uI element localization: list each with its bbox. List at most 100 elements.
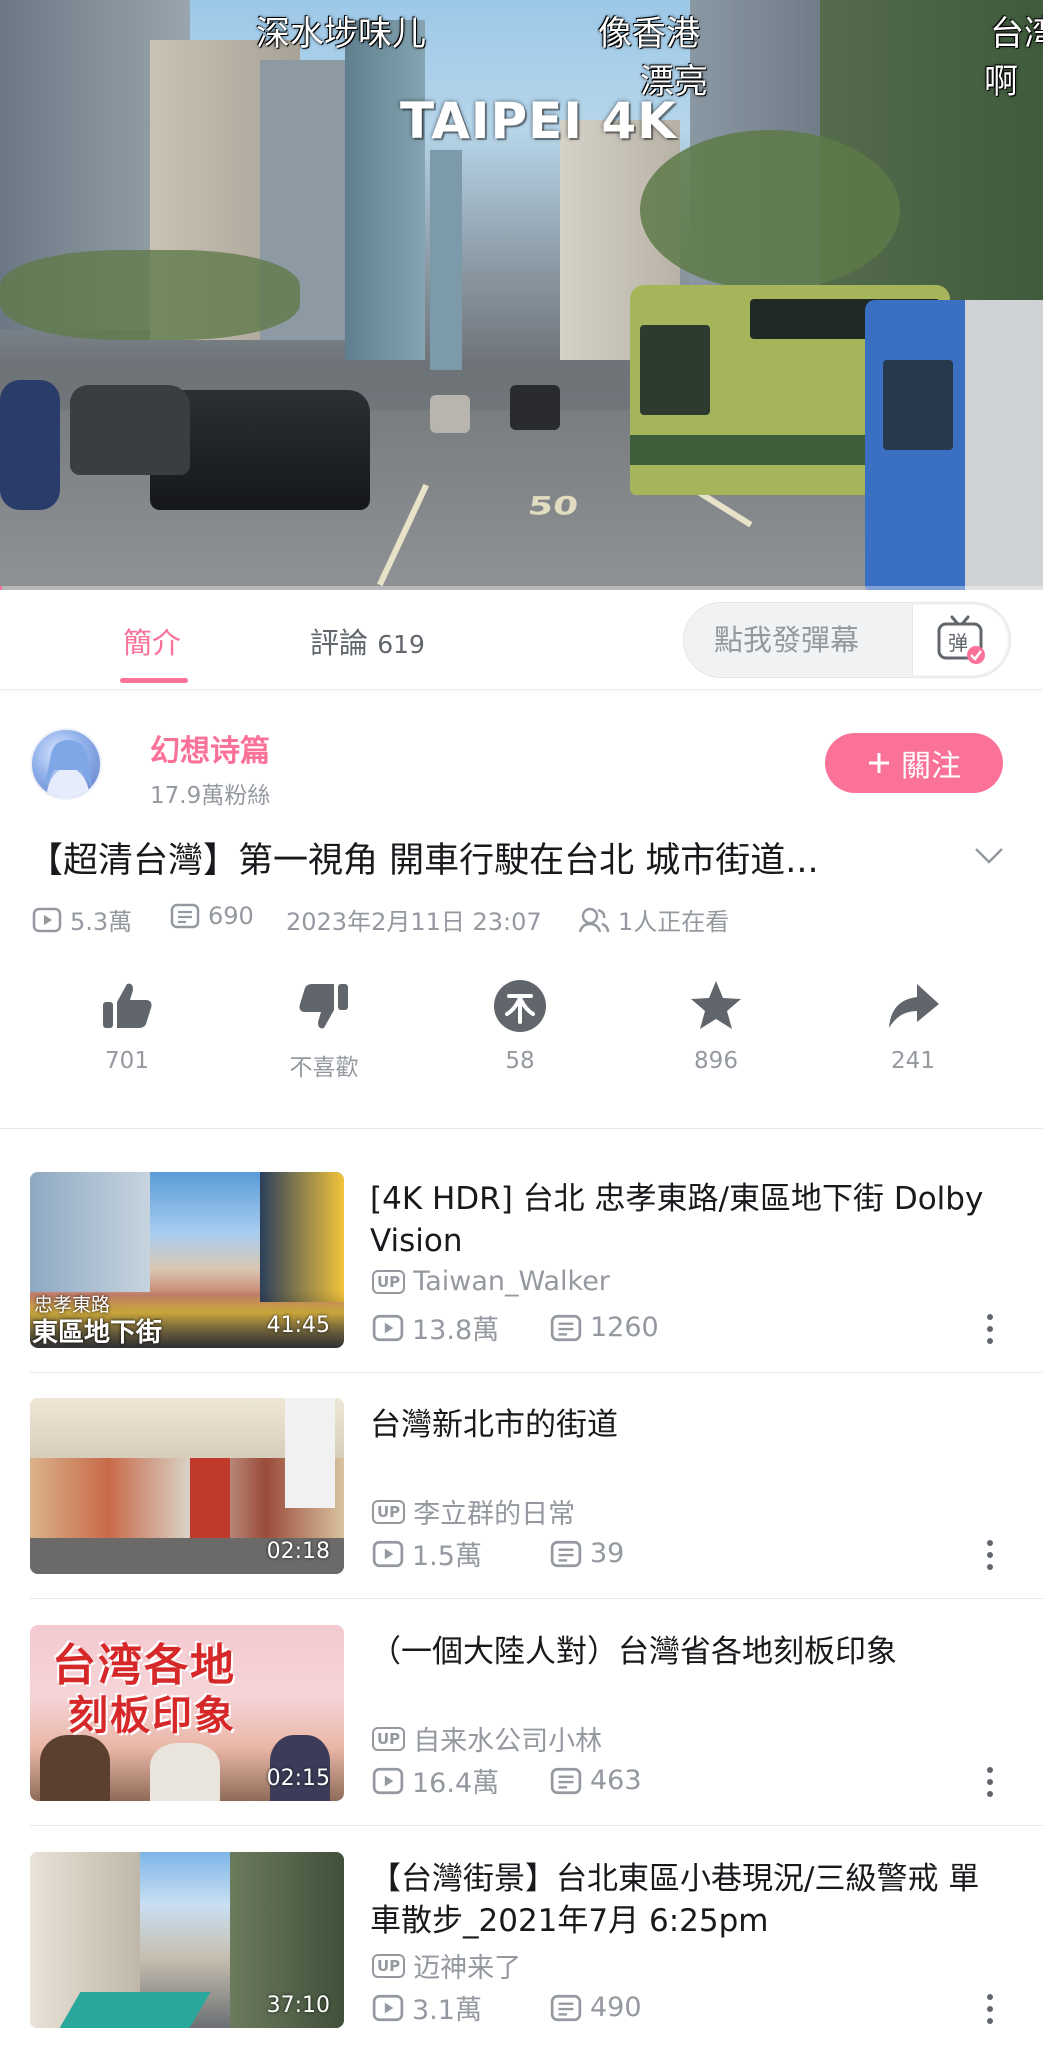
tab-comments-label: 評論: [310, 626, 369, 660]
recommended-uploader: UP 李立群的日常: [372, 1492, 575, 1531]
up-badge: UP: [372, 1953, 406, 1978]
coin-count: 58: [505, 1048, 535, 1074]
danmaku-comment: 台湾: [990, 14, 1043, 54]
thumbnail-caption: 東區地下街: [32, 1318, 163, 1348]
video-thumbnail[interactable]: 37:10: [30, 1852, 344, 2028]
recommended-video[interactable]: 台湾各地 刻板印象 02:15 （一個大陸人對）台灣省各地刻板印象 UP 自来水…: [0, 1625, 1043, 1851]
more-options-icon[interactable]: [984, 1538, 996, 1572]
publish-date: 2023年2月11日 23:07: [286, 908, 542, 936]
video-duration: 37:10: [266, 1993, 330, 2018]
video-thumbnail[interactable]: 忠孝東路 東區地下街 41:45: [30, 1172, 344, 1348]
uploader-avatar[interactable]: [30, 728, 102, 800]
chevron-down-icon[interactable]: [972, 838, 1006, 872]
recommended-stats: 13.8萬 1260: [372, 1308, 659, 1347]
play-count-icon: [372, 1994, 404, 2021]
avatar-image: [44, 740, 92, 798]
building-taipei101: [430, 150, 462, 370]
danmaku-toggle-button[interactable]: 弹: [912, 605, 1008, 675]
content-tabs: 簡介 評論 619 弹: [0, 590, 1043, 690]
viewers-icon: [578, 907, 610, 932]
trees-left: [0, 250, 300, 340]
blue-truck: [865, 300, 1043, 590]
video-duration: 02:18: [266, 1539, 330, 1564]
recommended-video-title[interactable]: 台灣新北市的街道: [370, 1404, 1010, 1446]
star-icon: [691, 981, 741, 1029]
views-count: 5.3萬: [70, 908, 133, 936]
danmaku-count: 463: [590, 1765, 642, 1796]
favorite-button[interactable]: 896: [656, 978, 776, 1074]
recommended-video[interactable]: 37:10 【台灣街景】台北東區小巷現況/三級警戒 單車散步_2021年7月 6…: [0, 1852, 1043, 2048]
car-dark-left: [70, 385, 190, 475]
danmaku-comment: 啊: [984, 62, 1018, 102]
danmaku-tv-icon: 弹: [937, 615, 985, 664]
watching-count: 1人正在看: [618, 908, 730, 936]
danmaku-count-icon: [170, 903, 200, 929]
video-player[interactable]: 50 TAIPEI 4K 深水埗味儿 像香港 漂亮 台湾 啊: [0, 0, 1043, 590]
danmaku-input[interactable]: [714, 621, 934, 659]
share-button[interactable]: 241: [853, 978, 973, 1074]
danmaku-count: 39: [590, 1538, 625, 1569]
video-duration: 41:45: [266, 1313, 330, 1338]
views-count: 3.1萬: [412, 1995, 482, 2026]
video-views: 5.3萬: [32, 902, 132, 937]
up-badge: UP: [372, 1726, 406, 1751]
danmaku-comment: 深水埗味儿: [256, 14, 426, 54]
video-title[interactable]: 【超清台灣】第一視角 開車行駛在台北 城市街道...: [28, 832, 948, 883]
list-divider: [30, 1598, 1043, 1599]
dislike-label: 不喜歡: [289, 1055, 359, 1081]
uploader-label: 自来水公司小林: [413, 1726, 603, 1757]
uploader-fans: 17.9萬粉絲: [150, 783, 271, 809]
recommended-video[interactable]: 忠孝東路 東區地下街 41:45 [4K HDR] 台北 忠孝東路/東區地下街 …: [0, 1172, 1043, 1398]
video-thumbnail[interactable]: 02:18: [30, 1398, 344, 1574]
video-overlay-title: TAIPEI 4K: [400, 92, 677, 150]
coin-icon: [494, 980, 546, 1032]
views-count: 1.5萬: [412, 1541, 482, 1572]
views-count: 13.8萬: [412, 1315, 500, 1346]
recommended-video-title[interactable]: 【台灣街景】台北東區小巷現況/三級警戒 單車散步_2021年7月 6:25pm: [370, 1858, 1010, 1942]
car-distant-2: [430, 395, 470, 433]
danmaku-icon-label: 弹: [948, 631, 968, 655]
share-arrow-icon: [889, 984, 939, 1028]
uploader-label: Taiwan_Walker: [413, 1266, 610, 1297]
like-button[interactable]: 701: [67, 978, 187, 1074]
recommended-uploader: UP 自来水公司小林: [372, 1719, 602, 1758]
list-divider: [30, 1372, 1043, 1373]
like-count: 701: [105, 1048, 149, 1074]
uploader-label: 迈神来了: [413, 1953, 522, 1984]
recommended-video[interactable]: 02:18 台灣新北市的街道 UP 李立群的日常 1.5萬 39: [0, 1398, 1043, 1624]
road-number: 50: [525, 492, 581, 521]
recommended-video-title[interactable]: [4K HDR] 台北 忠孝東路/東區地下街 Dolby Vision: [370, 1178, 1010, 1262]
more-options-icon[interactable]: [984, 1312, 996, 1346]
danmaku-comment: 漂亮: [640, 62, 708, 102]
recommended-stats: 3.1萬 490: [372, 1988, 642, 2027]
video-thumbnail[interactable]: 台湾各地 刻板印象 02:15: [30, 1625, 344, 1801]
danmaku-send-box[interactable]: 弹: [683, 602, 1011, 678]
list-divider: [30, 1825, 1043, 1826]
favorite-count: 896: [694, 1048, 738, 1074]
danmaku-count: 490: [590, 1992, 642, 2023]
recommended-video-title[interactable]: （一個大陸人對）台灣省各地刻板印象: [370, 1631, 1010, 1673]
building-tower: [345, 20, 425, 360]
more-options-icon[interactable]: [984, 1765, 996, 1799]
tab-intro-underline: [120, 678, 188, 683]
car-distant-1: [510, 385, 560, 430]
views-count: 16.4萬: [412, 1768, 500, 1799]
danmaku-count: 1260: [590, 1312, 659, 1343]
danmaku-count-icon: [550, 1314, 582, 1341]
scooter-rider: [0, 380, 60, 510]
tab-comments[interactable]: 評論 619: [310, 620, 425, 662]
recommended-uploader: UP Taiwan_Walker: [372, 1266, 610, 1297]
dislike-button[interactable]: 不喜歡: [264, 978, 384, 1082]
recommended-stats: 1.5萬 39: [372, 1534, 624, 1573]
more-options-icon[interactable]: [984, 1992, 996, 2026]
play-count-icon: [372, 1314, 404, 1341]
coin-button[interactable]: 58: [460, 978, 580, 1074]
play-count-icon: [32, 907, 62, 932]
tab-intro[interactable]: 簡介: [123, 620, 181, 662]
danmaku-count-icon: [550, 1540, 582, 1567]
watching-now: 1人正在看: [578, 902, 729, 937]
danmaku-count-icon: [550, 1767, 582, 1794]
uploader-name[interactable]: 幻想诗篇: [150, 726, 270, 770]
uploader-label: 李立群的日常: [413, 1499, 576, 1530]
follow-button[interactable]: 關注: [825, 733, 1003, 793]
